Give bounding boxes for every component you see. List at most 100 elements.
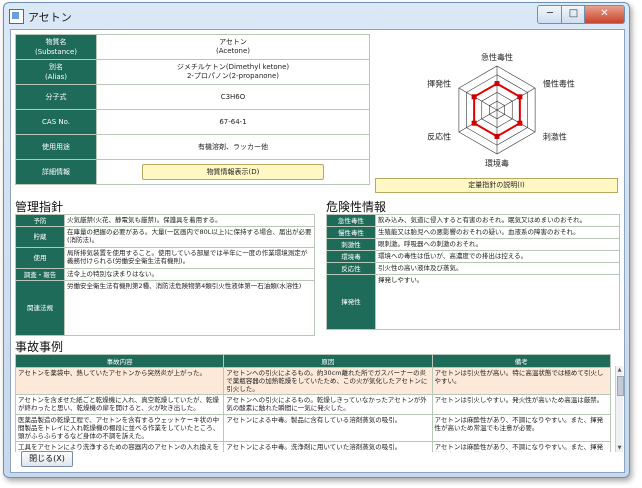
basic-value: アセトン (Acetone) bbox=[96, 34, 370, 60]
management-text: 在庫量の把握の必要がある。大量(一区画内で80L以上)に保持する場合、届出が必要… bbox=[64, 226, 315, 248]
accident-row[interactable]: アセトンを含ませた紙ごと乾燥機に入れ、真空乾燥していたが、乾燥が終わったと思い、… bbox=[15, 394, 611, 415]
radar-axis-label: 揮発性 bbox=[427, 79, 451, 89]
accident-title: 事故事例 bbox=[15, 340, 64, 354]
hazard-row: 揮発性 揮発しやすい。 bbox=[326, 274, 620, 330]
basic-label: 詳細情報 bbox=[15, 159, 97, 185]
basic-value: ジメチルケトン(Dimethyl ketone) 2-プロパノン(2-propan… bbox=[96, 59, 370, 85]
accident-scrollbar[interactable]: ▲ ▼ bbox=[615, 366, 624, 452]
hazard-text: 環境への毒性は低いが、高濃度での排出は控える。 bbox=[375, 250, 620, 263]
accident-cell: アセトンは麻酔性があり、不調になりやすい。また、揮発性が高いため常温でも注意が必… bbox=[431, 441, 611, 452]
basic-label: 分子式 bbox=[15, 84, 97, 110]
management-label: 予防 bbox=[15, 214, 65, 227]
management-text: 局所排気装置を使用すること。使用している部屋では半年に一度の作業環境測定が義務付… bbox=[64, 247, 315, 269]
management-label: 貯蔵 bbox=[15, 226, 65, 248]
radar-axis-line bbox=[458, 109, 498, 133]
accident-list[interactable]: 事故内容 原因 備考 アセトンを薬袋中、熱していたアセトンから突然炎が上がった。 アセ… bbox=[15, 354, 620, 452]
accident-table: 事故内容 原因 備考 アセトンを薬袋中、熱していたアセトンから突然炎が上がった。 アセ… bbox=[15, 354, 611, 452]
radar-point bbox=[494, 133, 500, 139]
management-row: 貯蔵 在庫量の把握の必要がある。大量(一区画内で80L以上)に保持する場合、届出が… bbox=[15, 226, 315, 248]
hazard-row: 慢性毒性 生殖能又は胎児への悪影響のおそれの疑い。血液系の障害のおそれ。 bbox=[326, 226, 620, 239]
hazard-text: 引火性の高い液体及び蒸気。 bbox=[375, 262, 620, 275]
basic-value: 有機溶剤、ラッカー他 bbox=[96, 134, 370, 160]
hazard-text: 飲み込み、気道に侵入すると有害のおそれ。眠気又はめまいのおそれ。 bbox=[375, 214, 620, 227]
minimize-button[interactable]: ─ bbox=[537, 5, 563, 24]
radar-point bbox=[517, 120, 523, 126]
accident-row[interactable]: アセトンを薬袋中、熱していたアセトンから突然炎が上がった。 アセトンへの引火による… bbox=[15, 367, 611, 395]
basic-row: CAS No. 67-64-1 bbox=[15, 109, 370, 135]
hazard-table: 急性毒性 飲み込み、気道に侵入すると有害のおそれ。眠気又はめまいのおそれ。 慢性毒性… bbox=[326, 214, 620, 330]
scroll-down-icon[interactable]: ▼ bbox=[616, 444, 623, 452]
accident-cell: アセトンは引火しやすい。発火性が高いため高温は厳禁。 bbox=[431, 394, 611, 415]
hazard-text: 揮発しやすい。 bbox=[375, 274, 620, 330]
radar-axis-label: 急性毒性 bbox=[481, 52, 513, 62]
app-icon bbox=[9, 9, 24, 24]
hazard-text: 眼刺激。呼吸器への刺激のおそれ。 bbox=[375, 238, 620, 251]
management-row: 調査・報告 法令上の特別な決まりはない。 bbox=[15, 268, 315, 281]
basic-value: 67-64-1 bbox=[96, 109, 370, 135]
hazard-label: 慢性毒性 bbox=[326, 226, 376, 239]
management-label: 使用 bbox=[15, 247, 65, 269]
basic-label: 使用用途 bbox=[15, 134, 97, 160]
hazard-row: 刺激性 眼刺激。呼吸器への刺激のおそれ。 bbox=[326, 238, 620, 251]
management-title: 管理指針 bbox=[15, 200, 64, 214]
basic-row: 使用用途 有機溶剤、ラッカー他 bbox=[15, 134, 370, 160]
basic-value: 物質情報表示(D) bbox=[96, 159, 370, 185]
hazard-label: 環境毒 bbox=[326, 250, 376, 263]
hazard-row: 急性毒性 飲み込み、気道に侵入すると有害のおそれ。眠気又はめまいのおそれ。 bbox=[326, 214, 620, 227]
management-table: 予防 火気厳禁(火花、静電気も厳禁)。保護具を着用する。 貯蔵 在庫量の把握の必要があ… bbox=[15, 214, 315, 336]
accident-cell: アセトンを含ませた紙ごと乾燥機に入れ、真空乾燥していたが、乾燥が終わったと思い、… bbox=[15, 394, 225, 415]
accident-cell: アセトンを薬袋中、熱していたアセトンから突然炎が上がった。 bbox=[15, 367, 225, 395]
radar-axis-label: 慢性毒性 bbox=[543, 79, 575, 89]
management-row: 関連法規 労働安全衛生法有機則第2種、消防法危険物第4類引火性液体第一石油類(水溶… bbox=[15, 280, 315, 336]
basic-label: CAS No. bbox=[15, 109, 97, 135]
basic-value: C3H6O bbox=[96, 84, 370, 110]
management-row: 予防 火気厳禁(火花、静電気も厳禁)。保護具を着用する。 bbox=[15, 214, 315, 227]
management-text: 火気厳禁(火花、静電気も厳禁)。保護具を着用する。 bbox=[64, 214, 315, 227]
basic-row: 詳細情報 物質情報表示(D) bbox=[15, 159, 370, 185]
basic-label: 物質名 (Substance) bbox=[15, 34, 97, 60]
hazard-text: 生殖能又は胎児への悪影響のおそれの疑い。血液系の障害のおそれ。 bbox=[375, 226, 620, 239]
title-bar[interactable]: アセトン ─ □ ✕ bbox=[4, 3, 629, 29]
scroll-up-icon[interactable]: ▲ bbox=[616, 366, 623, 374]
hazard-row: 反応性 引火性の高い液体及び蒸気。 bbox=[326, 262, 620, 275]
accident-header: 備考 bbox=[431, 354, 611, 368]
radar-point bbox=[471, 94, 477, 100]
basic-label: 別名 (Alias) bbox=[15, 59, 97, 85]
management-text: 法令上の特別な決まりはない。 bbox=[64, 268, 315, 281]
basic-info-table: 物質名 (Substance) アセトン (Acetone) 別名 (Alias) ジメチル… bbox=[15, 34, 370, 185]
management-row: 使用 局所排気装置を使用すること。使用している部屋では半年に一度の作業環境測定が義… bbox=[15, 247, 315, 269]
accident-cell: アセトンへの引火によるもの。約30cm離れた所でガスバーナーの炎で薬瓶容器の加熱… bbox=[223, 367, 433, 395]
radar-axis-label: 刺激性 bbox=[543, 132, 567, 142]
scroll-thumb[interactable] bbox=[617, 376, 624, 396]
window-title: アセトン bbox=[28, 11, 72, 24]
accident-row[interactable]: 工具をアセトンにより洗浄するための容器内のアセトンの入れ換えを行っていた際に中毒… bbox=[15, 441, 611, 452]
accident-header: 原因 bbox=[223, 354, 433, 368]
accident-row[interactable]: 医薬品製造の乾燥工程で、アセトンを含有するウェットケーキ状の中間製品をトレイに入… bbox=[15, 414, 611, 442]
management-label: 調査・報告 bbox=[15, 268, 65, 281]
close-button[interactable]: 閉じる(X) bbox=[21, 451, 73, 467]
hazard-label: 反応性 bbox=[326, 262, 376, 275]
management-label: 関連法規 bbox=[15, 280, 65, 336]
substance-info-button[interactable]: 物質情報表示(D) bbox=[142, 164, 324, 180]
level-guide-button[interactable]: 定量指針の説明(I) bbox=[375, 178, 618, 193]
radar-point bbox=[471, 120, 477, 126]
close-window-button[interactable]: ✕ bbox=[584, 5, 625, 24]
radar-point bbox=[494, 81, 500, 87]
hazard-radar-chart: 急性毒性慢性毒性刺激性環境毒 反応性 揮発性 bbox=[427, 52, 575, 168]
radar-axis-label: 反応性 bbox=[427, 132, 451, 142]
hazard-label: 刺激性 bbox=[326, 238, 376, 251]
basic-row: 分子式 C3H6O bbox=[15, 84, 370, 110]
hazard-label: 揮発性 bbox=[326, 274, 376, 330]
radar-point bbox=[517, 94, 523, 100]
maximize-button[interactable]: □ bbox=[561, 5, 586, 24]
accident-cell: アセトンによる中毒。製品に含有している溶剤蒸気の吸引。 bbox=[223, 414, 433, 442]
management-text: 労働安全衛生法有機則第2種、消防法危険物第4類引火性液体第一石油類(水溶性) bbox=[64, 280, 315, 336]
accident-cell: アセトンへの引火によるもの。乾燥しきっていなかったアセトンが外気の酸素に触れた瞬… bbox=[223, 394, 433, 415]
basic-row: 別名 (Alias) ジメチルケトン(Dimethyl ketone) 2-プロパノン… bbox=[15, 59, 370, 85]
radar-axis-line bbox=[496, 87, 536, 111]
app-window: アセトン ─ □ ✕ 物質名 (Substance) アセトン (Acetone) 別名… bbox=[3, 2, 630, 478]
client-area: 物質名 (Substance) アセトン (Acetone) 別名 (Alias) ジメチル… bbox=[10, 29, 625, 473]
hazard-label: 急性毒性 bbox=[326, 214, 376, 227]
basic-row: 物質名 (Substance) アセトン (Acetone) bbox=[15, 34, 370, 60]
radar-axis-line bbox=[496, 109, 536, 133]
